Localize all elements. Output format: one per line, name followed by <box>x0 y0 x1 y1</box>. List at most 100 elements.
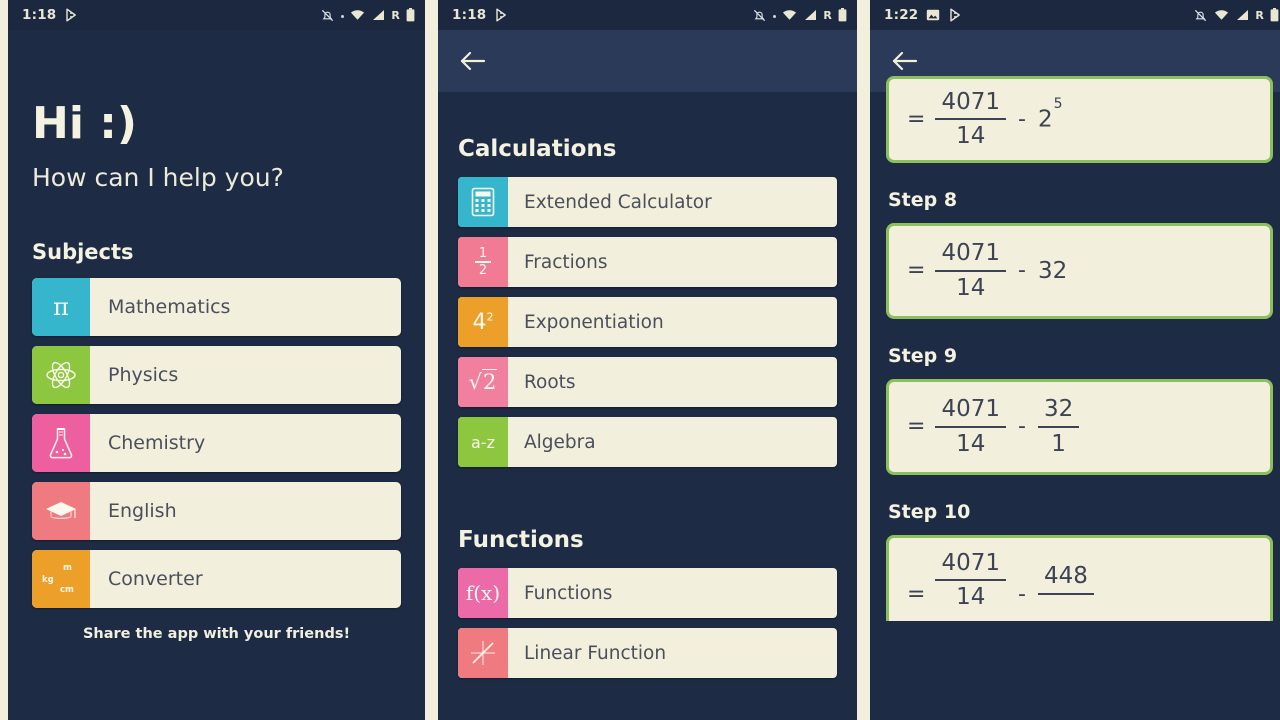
menu-item-label: Functions <box>524 582 613 604</box>
unit-kg-label: kg <box>42 574 54 585</box>
play-store-icon <box>64 8 78 22</box>
status-right-group: R <box>1193 8 1279 23</box>
phone-screen-home: 1:18 R Hi:) How can I help you? Subject… <box>8 0 425 720</box>
fraction-bar <box>935 118 1006 121</box>
fraction-denominator: 14 <box>956 123 986 150</box>
roaming-icon: R <box>391 8 400 22</box>
subject-label: Physics <box>108 363 179 386</box>
panel-gap-1 <box>425 0 438 720</box>
expression: = 4071 14 - 25 <box>907 89 1063 150</box>
menu-item-fractions[interactable]: 1 2 Fractions <box>458 237 837 287</box>
fraction-denominator: 14 <box>956 430 986 457</box>
subject-item-converter[interactable]: m kg cm Converter <box>32 549 401 608</box>
bell-off-icon <box>320 8 335 23</box>
power-base: 2 <box>1037 106 1053 133</box>
unit-cm-label: cm <box>60 584 74 595</box>
fraction-2: 448 <box>1037 563 1094 597</box>
dot-icon <box>341 14 345 18</box>
step-card-partial-bottom[interactable]: = 4071 14 - 448 <box>886 534 1273 621</box>
back-button[interactable] <box>888 44 922 78</box>
menu-item-functions[interactable]: f(x) Functions <box>458 568 837 618</box>
bell-off-icon <box>1193 8 1208 23</box>
fraction: 4071 14 <box>935 396 1006 457</box>
status-bar-panel2: 1:18 R <box>438 0 857 30</box>
fraction-numerator: 4071 <box>941 396 1000 423</box>
fraction-numerator: 32 <box>1043 396 1074 423</box>
fraction-numerator: 4071 <box>941 89 1000 115</box>
status-bar-panel1: 1:18 R <box>8 0 425 30</box>
expression: = 4071 14 - 32 1 <box>907 396 1080 457</box>
phone-screen-solution-steps: 1:22 R = 4071 14 - 25 Step 8 = 4071 14 -… <box>870 0 1280 720</box>
unit-converter-glyphs: m kg cm <box>41 561 81 597</box>
solution-steps-list: = 4071 14 - 25 Step 8 = 4071 14 - 32 Ste… <box>870 76 1280 621</box>
linear-graph-icon <box>458 628 508 678</box>
fraction-numerator: 4071 <box>941 240 1000 267</box>
subject-item-english[interactable]: English <box>32 481 401 540</box>
subjects-list: π Mathematics Physics Chemistry English … <box>32 277 401 608</box>
app-bar-panel2 <box>438 30 857 92</box>
back-button[interactable] <box>456 44 490 78</box>
wifi-icon <box>782 9 797 21</box>
status-clock: 1:18 <box>22 7 57 23</box>
fraction-denominator: 1 <box>1051 430 1066 457</box>
panel-gap-2 <box>857 0 870 720</box>
status-right-group: R <box>320 8 415 23</box>
a-z-icon: a-z <box>458 417 508 467</box>
atom-icon <box>32 345 90 404</box>
status-bar-panel3: 1:22 R <box>870 0 1280 30</box>
subject-item-physics[interactable]: Physics <box>32 345 401 404</box>
a-z-glyph: a-z <box>471 432 495 452</box>
menu-item-roots[interactable]: √2 Roots <box>458 357 837 407</box>
battery-icon <box>1270 8 1279 22</box>
subject-item-mathematics[interactable]: π Mathematics <box>32 277 401 336</box>
step-card[interactable]: = 4071 14 - 32 1 <box>886 378 1273 475</box>
equals-sign: = <box>907 581 926 607</box>
step-label: Step 9 <box>888 344 958 367</box>
signal-icon <box>371 9 385 21</box>
fraction-denominator: 14 <box>956 584 986 611</box>
fraction-denominator: 14 <box>956 274 986 301</box>
math-menu-content: Calculations Extended Calculator 1 2 Fra… <box>438 136 857 678</box>
share-app-note[interactable]: Share the app with your friends! <box>32 626 401 642</box>
power-term: 25 <box>1037 96 1063 133</box>
menu-item-exponentiation[interactable]: 42 Exponentiation <box>458 297 837 347</box>
step-card[interactable]: = 4071 14 - 32 <box>886 222 1273 319</box>
status-clock: 1:18 <box>452 7 487 23</box>
battery-icon <box>838 8 847 22</box>
radicand: 2 <box>482 368 498 394</box>
wifi-icon <box>1214 9 1229 21</box>
step-card-partial[interactable]: = 4071 14 - 25 <box>886 76 1273 163</box>
menu-item-extended-calculator[interactable]: Extended Calculator <box>458 177 837 227</box>
subject-label: Chemistry <box>108 431 206 454</box>
power-exponent: 2 <box>486 310 494 324</box>
functions-list: f(x) Functions Linear Function <box>458 568 837 678</box>
unit-m-label: m <box>63 562 72 573</box>
menu-item-label: Exponentiation <box>524 311 664 333</box>
status-left-group: 1:18 <box>452 7 508 23</box>
step-label: Step 8 <box>888 188 958 211</box>
dot-icon <box>773 14 777 18</box>
subject-label: English <box>108 499 177 522</box>
menu-item-label: Roots <box>524 371 576 393</box>
subject-item-chemistry[interactable]: Chemistry <box>32 413 401 472</box>
menu-item-label: Fractions <box>524 251 608 273</box>
play-store-icon <box>948 8 962 22</box>
fraction-icon: 1 2 <box>458 237 508 287</box>
fraction-bar <box>935 269 1006 272</box>
menu-item-algebra[interactable]: a-z Algebra <box>458 417 837 467</box>
flask-icon <box>32 413 90 472</box>
integer-term: 32 <box>1037 257 1068 284</box>
square-root-glyph: √2 <box>468 368 498 394</box>
menu-item-linear-function[interactable]: Linear Function <box>458 628 837 678</box>
equals-sign: = <box>907 414 926 440</box>
equals-sign: = <box>907 258 926 284</box>
greeting-title: Hi :) <box>32 98 137 149</box>
subject-label: Converter <box>108 567 203 590</box>
step-label: Step 10 <box>888 500 971 523</box>
fraction-numerator: 1 <box>478 245 488 261</box>
fraction-bar <box>1037 592 1094 595</box>
fraction: 4071 14 <box>935 89 1006 150</box>
calculations-section-title: Calculations <box>458 136 617 162</box>
home-content: Hi :) How can I help you? Subjects π Mat… <box>8 102 425 642</box>
pi-icon: π <box>32 277 90 336</box>
